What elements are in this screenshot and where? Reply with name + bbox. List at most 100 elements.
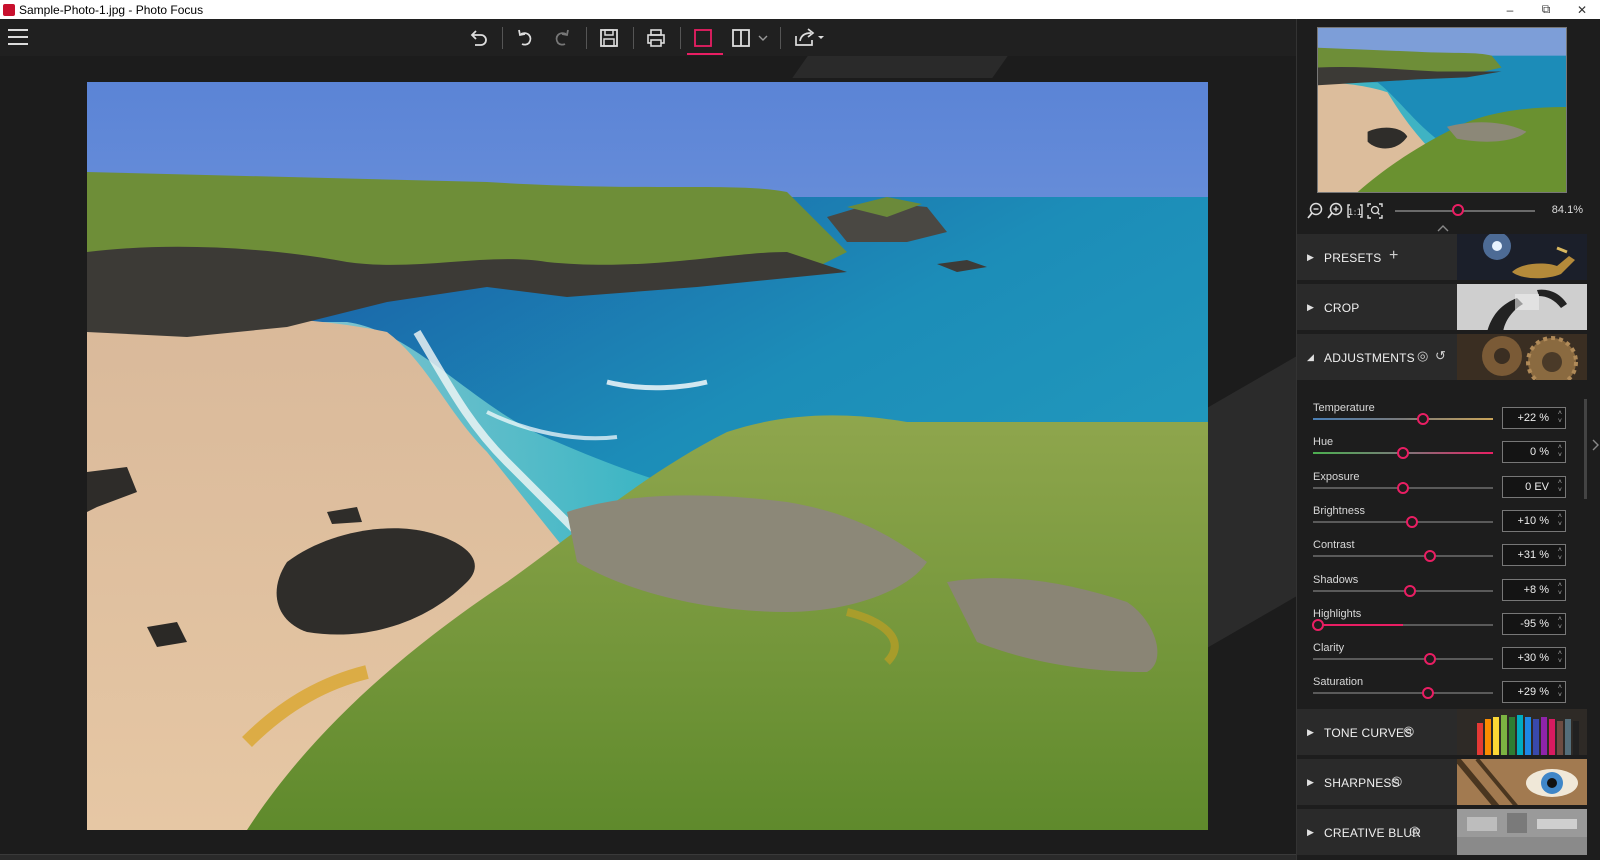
share-button[interactable] [788,23,830,53]
save-button[interactable] [593,23,625,53]
spinner-up-icon[interactable]: ˄ [1558,410,1562,418]
adjustment-slider-track[interactable] [1313,555,1493,557]
navigator-thumbnail[interactable] [1317,27,1567,193]
adjustment-value-input[interactable]: +8 % ˄ ˅ [1502,579,1566,601]
toolbar-divider [780,27,781,49]
value-spinner[interactable]: ˄ ˅ [1558,479,1562,495]
section-tone-curves[interactable]: ▶ TONE CURVES ◎ [1297,709,1587,757]
zoom-slider-handle[interactable] [1452,204,1464,216]
spinner-up-icon[interactable]: ˄ [1558,582,1562,590]
spinner-down-icon[interactable]: ˅ [1558,521,1562,529]
main-photo[interactable] [87,82,1208,830]
spinner-down-icon[interactable]: ˅ [1558,624,1562,632]
eye-icon[interactable]: ◎ [1409,823,1420,839]
spinner-up-icon[interactable]: ˄ [1558,444,1562,452]
value-spinner[interactable]: ˄ ˅ [1558,650,1562,666]
zoom-out-button[interactable] [1305,201,1325,221]
fit-to-window-button[interactable] [1365,201,1385,221]
adjustment-slider-handle[interactable] [1424,653,1436,665]
undo-button[interactable] [509,23,541,53]
toolbar-divider [680,27,681,49]
adjustment-slider-track[interactable] [1313,521,1493,523]
value-spinner[interactable]: ˄ ˅ [1558,582,1562,598]
expand-arrow-icon: ▶ [1307,302,1314,312]
adjustment-slider-handle[interactable] [1406,516,1418,528]
undo-all-button[interactable] [462,23,494,53]
spinner-up-icon[interactable]: ˄ [1558,479,1562,487]
value-spinner[interactable]: ˄ ˅ [1558,684,1562,700]
adjustment-row: Contrast +31 % ˄ ˅ [1313,539,1577,573]
spinner-up-icon[interactable]: ˄ [1558,650,1562,658]
adjustment-slider-handle[interactable] [1422,687,1434,699]
value-spinner[interactable]: ˄ ˅ [1558,616,1562,632]
maximize-button[interactable]: ⧉ [1528,0,1564,19]
spinner-up-icon[interactable]: ˄ [1558,616,1562,624]
eye-icon[interactable]: ◎ [1391,773,1402,789]
spinner-down-icon[interactable]: ˅ [1558,658,1562,666]
adjustment-value-input[interactable]: +30 % ˄ ˅ [1502,647,1566,669]
creative-blur-banner-image [1457,809,1587,855]
adjustment-slider-handle[interactable] [1404,585,1416,597]
section-adjustments[interactable]: ◢ ADJUSTMENTS ◎ ↺ [1297,334,1587,382]
adjustment-slider-track[interactable] [1313,590,1493,592]
print-button[interactable] [640,23,672,53]
adjustment-row: Saturation +29 % ˄ ˅ [1313,676,1577,710]
adjustment-slider-track[interactable] [1313,418,1493,420]
section-presets[interactable]: ▶ PRESETS + [1297,234,1587,282]
spinner-down-icon[interactable]: ˅ [1558,555,1562,563]
spinner-down-icon[interactable]: ˅ [1558,692,1562,700]
adjustment-value-input[interactable]: +22 % ˄ ˅ [1502,407,1566,429]
single-view-button[interactable] [687,23,719,53]
panel-collapse-icon[interactable] [1591,439,1599,454]
minimize-button[interactable]: – [1492,0,1528,19]
collapse-arrow-icon: ◢ [1307,352,1314,362]
adjustment-slider-handle[interactable] [1397,447,1409,459]
adjustment-label: Brightness [1313,505,1365,517]
spinner-up-icon[interactable]: ˄ [1558,513,1562,521]
value-spinner[interactable]: ˄ ˅ [1558,444,1562,460]
adjustment-value-input[interactable]: +10 % ˄ ˅ [1502,510,1566,532]
expand-arrow-icon: ▶ [1307,252,1314,262]
adjustment-slider-handle[interactable] [1397,482,1409,494]
spinner-up-icon[interactable]: ˄ [1558,684,1562,692]
actual-size-button[interactable]: 1:1 [1345,201,1365,221]
image-canvas[interactable] [0,56,1296,854]
split-view-button[interactable] [725,23,757,53]
close-button[interactable]: ✕ [1564,0,1600,19]
adjustment-value-input[interactable]: +31 % ˄ ˅ [1502,544,1566,566]
reset-icon[interactable]: ↺ [1435,348,1446,364]
canvas-status-bar [0,854,1296,860]
adjustment-slider-track[interactable] [1313,692,1493,694]
adjustment-slider-handle[interactable] [1417,413,1429,425]
add-preset-button[interactable]: + [1389,247,1398,265]
adjustment-slider-track[interactable] [1313,658,1493,660]
spinner-down-icon[interactable]: ˅ [1558,590,1562,598]
adjustment-slider-track[interactable] [1313,624,1493,626]
zoom-in-button[interactable] [1325,201,1345,221]
split-view-dropdown[interactable] [755,23,771,53]
value-spinner[interactable]: ˄ ˅ [1558,547,1562,563]
adjustment-value-input[interactable]: 0 EV ˄ ˅ [1502,476,1566,498]
adjustment-slider-handle[interactable] [1424,550,1436,562]
spinner-down-icon[interactable]: ˅ [1558,452,1562,460]
adjustment-slider-handle[interactable] [1312,619,1324,631]
spinner-up-icon[interactable]: ˄ [1558,547,1562,555]
section-creative-blur[interactable]: ▶ CREATIVE BLUR ◎ [1297,809,1587,857]
adjustment-value-input[interactable]: +29 % ˄ ˅ [1502,681,1566,703]
eye-icon[interactable]: ◎ [1403,723,1414,739]
eye-icon[interactable]: ◎ [1417,348,1428,364]
adjustments-panel: Temperature +22 % ˄ ˅ Hue 0 % ˄ ˅ Exposure 0 EV ˄ ˅… [1297,402,1587,747]
value-spinner[interactable]: ˄ ˅ [1558,410,1562,426]
spinner-down-icon[interactable]: ˅ [1558,418,1562,426]
section-sharpness[interactable]: ▶ SHARPNESS ◎ [1297,759,1587,807]
redo-button[interactable] [546,23,578,53]
value-spinner[interactable]: ˄ ˅ [1558,513,1562,529]
zoom-slider-track[interactable] [1395,210,1535,212]
spinner-down-icon[interactable]: ˅ [1558,487,1562,495]
adjustment-value: -95 % [1520,618,1549,630]
adjustment-value-input[interactable]: 0 % ˄ ˅ [1502,441,1566,463]
hamburger-icon[interactable] [8,29,28,45]
adjustment-value: +30 % [1517,652,1550,664]
adjustment-value-input[interactable]: -95 % ˄ ˅ [1502,613,1566,635]
section-crop[interactable]: ▶ CROP [1297,284,1587,332]
